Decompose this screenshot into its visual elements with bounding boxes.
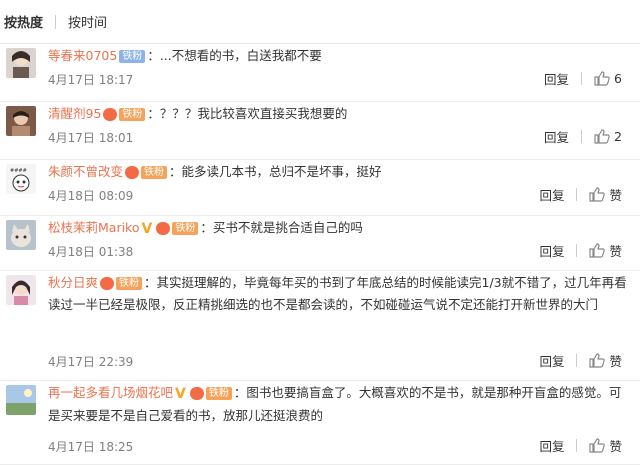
thumbs-up-icon: [589, 438, 609, 453]
action-divider: [576, 188, 578, 201]
fan-level-icon: [189, 387, 204, 400]
comment-timestamp: 4月17日 22:39: [48, 355, 134, 369]
comment-item: 松枝茉莉Mariko V 铁粉 ：买书不就是挑合适自己的吗 4月18日 01:38 回复 赞: [0, 216, 640, 271]
reply-button[interactable]: 回复: [544, 69, 569, 88]
girl-avatar-icon[interactable]: [6, 275, 36, 305]
like-count: 赞: [609, 188, 622, 203]
reply-button[interactable]: 回复: [539, 351, 564, 370]
comment-item: #### 朱颜不曾改变 铁粉 ：能多读几本书，总归不是坏事，挺好 4月18日 08:09…: [0, 160, 640, 216]
like-button[interactable]: 赞: [589, 185, 622, 204]
comment-content: 清醒剂95 铁粉 ：？？？我比较喜欢直接买我想要的: [48, 103, 628, 125]
comment-timestamp: 4月17日 18:25: [48, 440, 134, 454]
like-count: 2: [614, 129, 622, 144]
comment-timestamp: 4月18日 01:38: [48, 245, 134, 259]
comment-timestamp: 4月17日 18:01: [48, 131, 134, 145]
reply-button[interactable]: 回复: [544, 127, 569, 146]
comment-content: 秋分日爽 铁粉 ：其实挺理解的，毕竟每年买的书到了年底总结的时候能读完1/3就不错了…: [48, 272, 628, 316]
reply-button[interactable]: 回复: [539, 241, 564, 260]
comment-username[interactable]: 清醒剂95: [48, 106, 101, 121]
action-divider: [576, 439, 578, 452]
like-button[interactable]: 2: [594, 129, 622, 144]
like-count: 赞: [609, 354, 622, 369]
action-divider: [576, 354, 578, 367]
like-count: 6: [614, 71, 622, 86]
fan-badge: 铁粉: [116, 277, 143, 290]
comment-text: ：？？？我比较喜欢直接买我想要的: [147, 106, 348, 121]
sort-divider: [55, 14, 57, 29]
fan-level-icon: [125, 166, 140, 179]
sort-by-hot[interactable]: 按热度: [4, 12, 43, 31]
action-divider: [576, 244, 578, 257]
comment-text: ：买书不就是挑合适自己的吗: [200, 220, 363, 235]
fan-level-icon: [100, 277, 115, 290]
fan-badge: 铁粉: [141, 166, 168, 179]
comment-actions: 回复 2: [544, 127, 622, 146]
comment-username[interactable]: 松枝茉莉Mariko: [48, 220, 140, 235]
comment-username[interactable]: 秋分日爽: [48, 275, 98, 290]
reply-button[interactable]: 回复: [539, 185, 564, 204]
comment-item: 等春来0705 铁粉 ：...不想看的书，白送我都不要 4月17日 18:17 回复 6: [0, 44, 640, 102]
thumbs-up-icon: [594, 129, 614, 144]
like-button[interactable]: 赞: [589, 436, 622, 455]
sort-bar: 按热度 按时间: [0, 0, 640, 44]
thumbs-up-icon: [594, 71, 614, 86]
comment-username[interactable]: 朱颜不曾改变: [48, 164, 123, 179]
sort-by-time[interactable]: 按时间: [68, 12, 107, 31]
like-button[interactable]: 6: [594, 71, 622, 86]
like-button[interactable]: 赞: [589, 241, 622, 260]
like-button[interactable]: 赞: [589, 351, 622, 370]
comment-item: 秋分日爽 铁粉 ：其实挺理解的，毕竟每年买的书到了年底总结的时候能读完1/3就不错了…: [0, 271, 640, 381]
comment-actions: 回复 赞: [539, 241, 622, 260]
comment-item: 清醒剂95 铁粉 ：？？？我比较喜欢直接买我想要的 4月17日 18:01 回复 2: [0, 102, 640, 160]
comment-content: 等春来0705 铁粉 ：...不想看的书，白送我都不要: [48, 45, 628, 67]
comment-actions: 回复 6: [544, 69, 622, 88]
comment-actions: 回复 赞: [539, 436, 622, 455]
action-divider: [581, 130, 583, 143]
svg-text:####: ####: [10, 168, 27, 174]
thumbs-up-icon: [589, 243, 609, 258]
fan-badge: 铁粉: [119, 50, 146, 63]
person-avatar-icon[interactable]: [6, 48, 36, 78]
like-count: 赞: [609, 439, 622, 454]
like-count: 赞: [609, 244, 622, 259]
cat-avatar-icon[interactable]: [6, 220, 36, 250]
comment-text: ：...不想看的书，白送我都不要: [147, 48, 322, 63]
comment-actions: 回复 赞: [539, 185, 622, 204]
verified-v-icon: V: [175, 385, 186, 402]
comment-item: 再一起多看几场烟花吧 V 铁粉 ：图书也要搞盲盒了。大概喜欢的不是书，就是那种开盲盒的…: [0, 381, 640, 465]
action-divider: [581, 72, 583, 85]
reply-button[interactable]: 回复: [539, 436, 564, 455]
comment-content: 朱颜不曾改变 铁粉 ：能多读几本书，总归不是坏事，挺好: [48, 161, 628, 183]
fan-badge: 铁粉: [205, 387, 232, 400]
comment-content: 再一起多看几场烟花吧 V 铁粉 ：图书也要搞盲盒了。大概喜欢的不是书，就是那种开盲盒的…: [48, 382, 628, 427]
comment-username[interactable]: 再一起多看几场烟花吧: [48, 385, 173, 400]
comment-actions: 回复 赞: [539, 351, 622, 370]
person-avatar-icon[interactable]: [6, 106, 36, 136]
comment-list: 等春来0705 铁粉 ：...不想看的书，白送我都不要 4月17日 18:17 回复 6 清…: [0, 44, 640, 465]
comment-username[interactable]: 等春来0705: [48, 48, 117, 63]
fan-badge: 铁粉: [172, 222, 199, 235]
verified-v-icon: V: [141, 220, 153, 237]
comment-timestamp: 4月17日 18:17: [48, 73, 134, 87]
thumbs-up-icon: [589, 353, 609, 368]
cartoon-avatar-icon[interactable]: ####: [6, 164, 36, 194]
comment-content: 松枝茉莉Mariko V 铁粉 ：买书不就是挑合适自己的吗: [48, 217, 628, 240]
fan-level-icon: [103, 108, 118, 121]
thumbs-up-icon: [589, 187, 609, 202]
landscape-avatar-icon[interactable]: [6, 385, 36, 415]
fan-badge: 铁粉: [119, 108, 146, 121]
fan-level-icon: [156, 222, 171, 235]
comment-text: ：能多读几本书，总归不是坏事，挺好: [169, 164, 382, 179]
comment-timestamp: 4月18日 08:09: [48, 189, 134, 203]
